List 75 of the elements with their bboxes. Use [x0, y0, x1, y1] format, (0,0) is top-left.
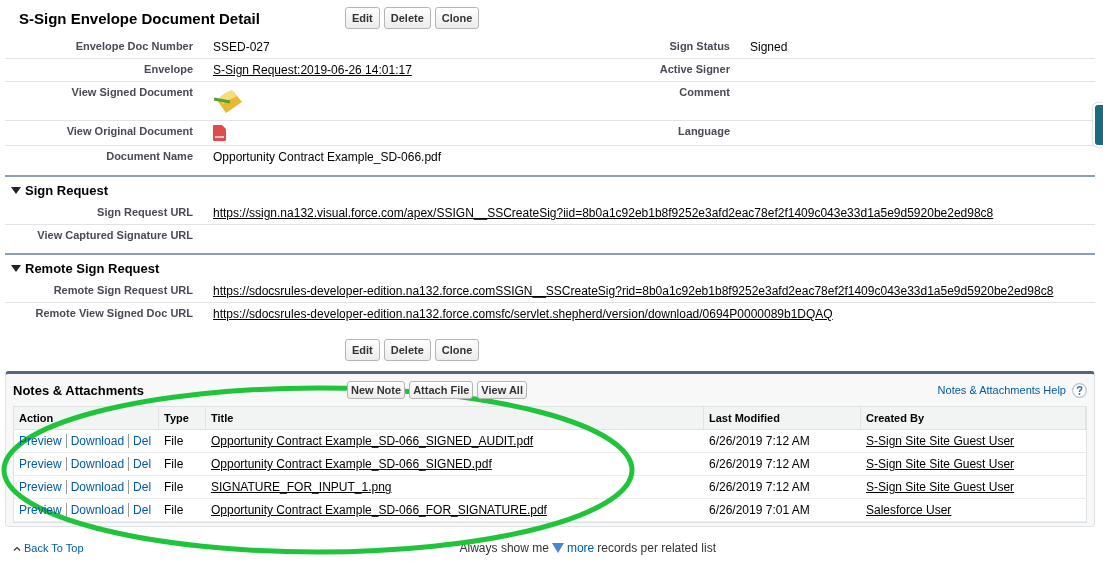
list-button[interactable]: Attach File	[409, 381, 474, 399]
action-link[interactable]: Download	[65, 480, 125, 494]
action-button[interactable]: Delete	[383, 7, 431, 29]
field-label: Envelope	[144, 63, 194, 75]
panel-title: Notes & Attachments	[13, 382, 145, 398]
field-value: SSED-027	[213, 40, 270, 54]
field-value: Signed	[750, 40, 788, 54]
field-label: Language	[678, 125, 731, 137]
user-link[interactable]: Salesforce User	[866, 503, 952, 517]
field-label: View Signed Document	[71, 86, 194, 98]
field-label: Active Signer	[659, 63, 731, 75]
file-link[interactable]: Opportunity Contract Example_SD-066_SIGNED.pdf	[211, 457, 492, 471]
action-link[interactable]: Download	[65, 457, 125, 471]
field-label: Comment	[679, 86, 731, 98]
footer-text: records per related list	[597, 541, 716, 555]
page-title: S-Sign Envelope Document Detail	[19, 9, 261, 27]
table-cell: 6/26/2019 7:12 AM	[704, 476, 861, 499]
field-label: Sign Status	[669, 40, 731, 52]
action-link[interactable]: Preview	[19, 457, 62, 471]
action-button[interactable]: Clone	[434, 339, 480, 361]
field-label: Document Name	[106, 150, 194, 162]
field-label: Envelope Doc Number	[75, 40, 194, 52]
column-header: Created By	[861, 407, 1086, 430]
action-button[interactable]: Delete	[383, 339, 431, 361]
table-cell: File	[159, 476, 206, 499]
field-link[interactable]: https://ssign.na132.visual.force.com/apex/SSIGN__SSCreateSig?iid=8b0a1c92eb1b8f9252e3afd2eac78ef2f1409c043e33d1a5e9d5920be2ed98c8	[213, 206, 994, 220]
table-cell: 6/26/2019 7:12 AM	[704, 430, 861, 453]
file-link[interactable]: Opportunity Contract Example_SD-066_FOR_SIGNATURE.pdf	[211, 503, 547, 517]
side-panel-tab[interactable]	[1093, 103, 1103, 147]
table-cell: File	[159, 430, 206, 453]
field-link[interactable]: S-Sign Request:2019-06-26 14:01:17	[213, 63, 412, 77]
file-link[interactable]: Opportunity Contract Example_SD-066_SIGNED_AUDIT.pdf	[211, 434, 534, 448]
action-link[interactable]: Download	[65, 503, 125, 517]
dropdown-triangle-icon[interactable]	[551, 543, 564, 553]
table-cell: 6/26/2019 7:12 AM	[704, 453, 861, 476]
collapse-triangle-icon[interactable]	[11, 263, 21, 273]
field-label: Remote View Signed Doc URL	[35, 307, 194, 319]
user-link[interactable]: S-Sign Site Site Guest User	[866, 434, 1015, 448]
help-link[interactable]: Notes & Attachments Help	[937, 384, 1066, 396]
field-label: View Original Document	[66, 125, 194, 137]
more-link[interactable]: more	[566, 541, 595, 555]
field-label: Sign Request URL	[97, 206, 194, 218]
table-cell: File	[159, 453, 206, 476]
field-link[interactable]: https://sdocsrules-developer-edition.na132.force.comSSIGN__SSCreateSig?rid=8b0a1c92eb1b8f9252e3afd2eac78ef2f1409c043e33d1a5e9d5920be2ed98c8	[213, 284, 1054, 298]
action-button[interactable]: Clone	[434, 7, 480, 29]
action-link[interactable]: Del	[128, 434, 152, 448]
file-link[interactable]: SIGNATURE_FOR_INPUT_1.png	[211, 480, 392, 494]
action-button[interactable]: Edit	[345, 7, 380, 29]
column-header: Last Modified	[704, 407, 861, 430]
action-link[interactable]: Del	[128, 503, 152, 517]
action-link[interactable]: Preview	[19, 480, 62, 494]
table-cell: File	[159, 499, 206, 522]
user-link[interactable]: S-Sign Site Site Guest User	[866, 480, 1015, 494]
table-cell: 6/26/2019 7:01 AM	[704, 499, 861, 522]
collapse-triangle-icon[interactable]	[11, 185, 21, 195]
help-icon[interactable]	[1072, 382, 1087, 398]
column-header: Title	[206, 407, 704, 430]
section-title: Sign Request	[25, 182, 109, 198]
field-link[interactable]: https://sdocsrules-developer-edition.na132.force.comsfc/servlet.shepherd/version/download/0694P0000089b1DQAQ	[213, 307, 833, 321]
list-button[interactable]: New Note	[347, 381, 406, 399]
footer-text: Always show me	[459, 541, 549, 555]
action-link[interactable]: Del	[128, 457, 152, 471]
action-link[interactable]: Del	[128, 480, 152, 494]
section-title: Remote Sign Request	[25, 260, 160, 276]
back-to-top-link[interactable]: Back To Top	[13, 542, 84, 554]
list-button[interactable]: View All	[477, 381, 527, 399]
column-header: Type	[159, 407, 206, 430]
caret-up-icon	[13, 545, 21, 551]
field-value: Opportunity Contract Example_SD-066.pdf	[213, 150, 442, 164]
pdf-file-icon[interactable]	[213, 125, 226, 141]
user-link[interactable]: S-Sign Site Site Guest User	[866, 457, 1015, 471]
field-label: Remote Sign Request URL	[53, 284, 194, 296]
action-button[interactable]: Edit	[345, 339, 380, 361]
action-link[interactable]: Download	[65, 434, 125, 448]
field-label: View Captured Signature URL	[37, 229, 194, 241]
